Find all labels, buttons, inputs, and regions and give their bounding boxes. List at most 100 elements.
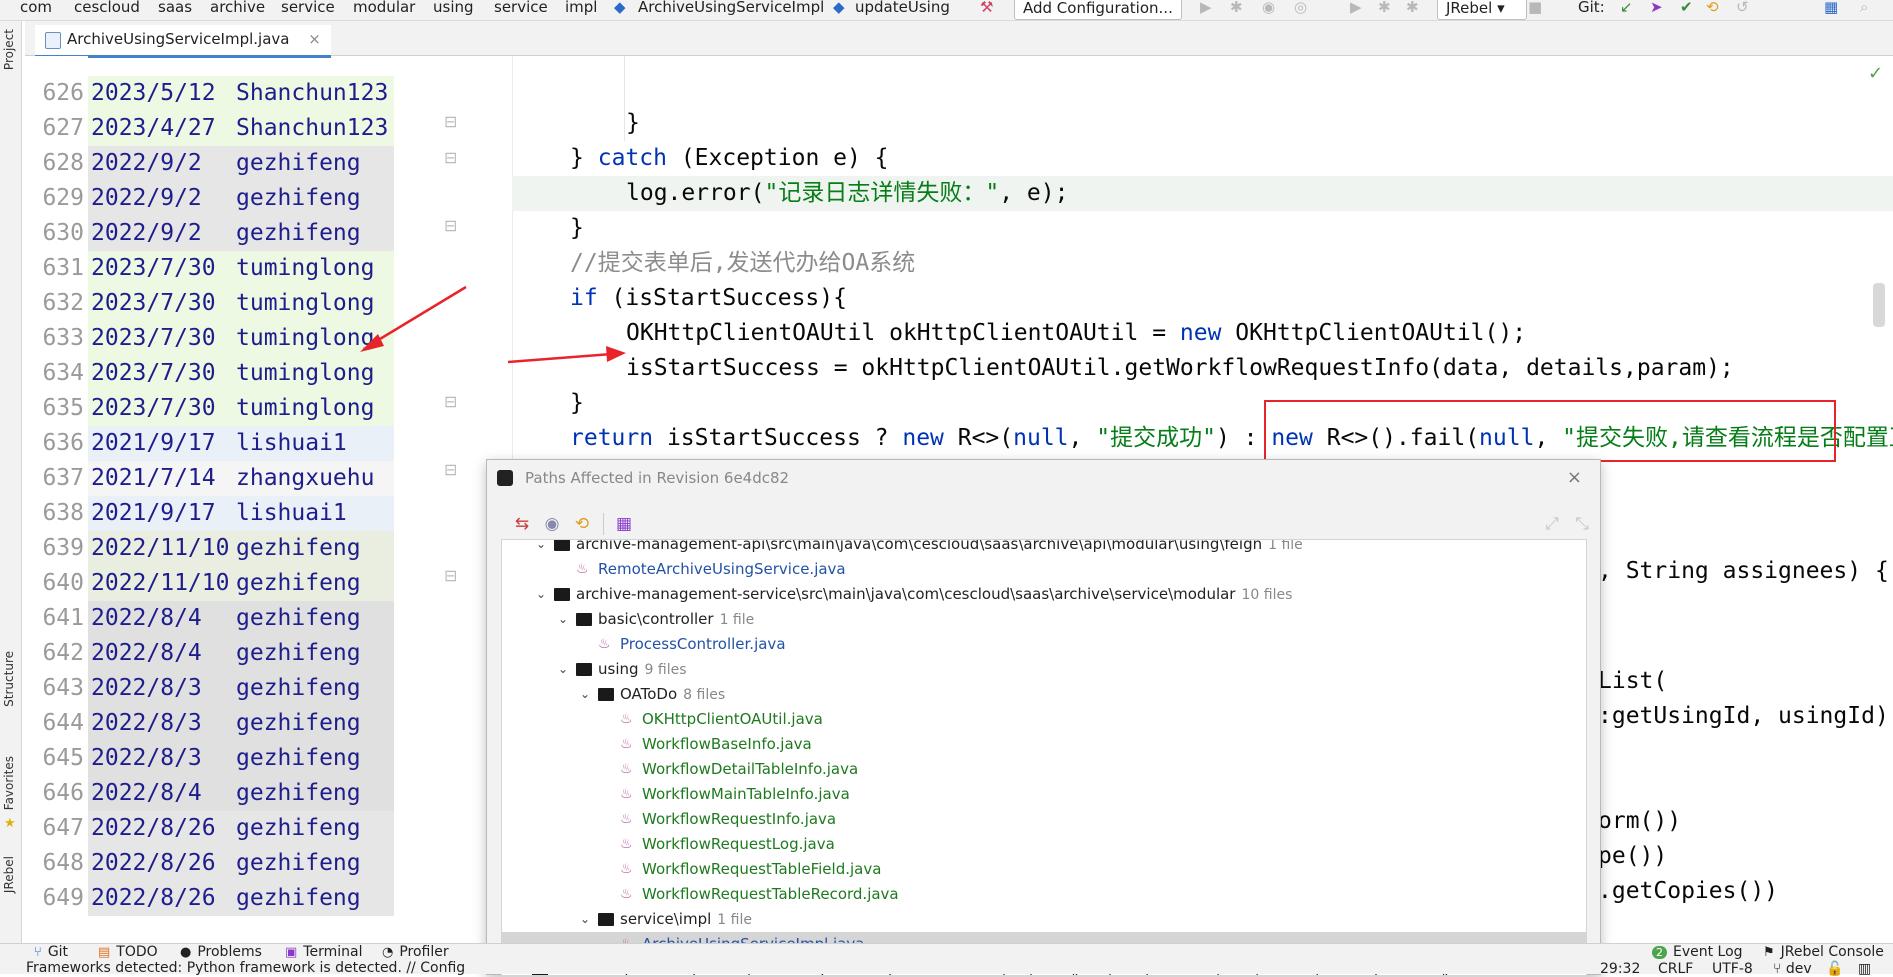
toolbar-divider [603, 513, 604, 535]
close-icon[interactable]: × [1567, 460, 1582, 496]
java-file-icon: ♨ [620, 861, 633, 877]
profiler-icon: ◔ [382, 945, 394, 960]
history-icon[interactable]: ⟲ [571, 513, 593, 535]
group-by-icon[interactable]: ▦ [613, 513, 635, 535]
tree-item-label: WorkflowBaseInfo.java [642, 732, 812, 757]
tree-item-label: RemoteArchiveUsingService.java [598, 557, 846, 582]
git-icon: ⑂ [34, 945, 42, 960]
tree-folder-row[interactable]: ⌄ OAToDo 8 files [502, 682, 1586, 707]
tree-item-text: archive-management-service\src\main\java… [576, 585, 1236, 603]
tree-file-row[interactable]: ♨ WorkflowRequestTableRecord.java [502, 882, 1586, 907]
tree-file-row[interactable]: ♨ OKHttpClientOAUtil.java [502, 707, 1586, 732]
jrebel-icon: ⚑ [1763, 945, 1775, 960]
tree-item-text: WorkflowMainTableInfo.java [642, 785, 850, 803]
tree-item-label: archive-management-service\src\main\java… [576, 582, 1292, 608]
problems-label: Problems [197, 944, 262, 960]
tree-file-row[interactable]: ♨ WorkflowDetailTableInfo.java [502, 757, 1586, 782]
profiler-tool-button[interactable]: ◔ Profiler [382, 944, 449, 961]
tree-item-text: service\impl [620, 910, 712, 928]
java-file-icon: ♨ [620, 711, 633, 727]
java-file-icon: ♨ [576, 561, 589, 577]
tree-item-text: WorkflowDetailTableInfo.java [642, 760, 859, 778]
navigate-icon[interactable]: ◉ [541, 513, 563, 535]
tree-folder-row[interactable]: ⌄ archive-management-service\src\main\jav… [502, 582, 1586, 607]
event-log-label: Event Log [1673, 944, 1743, 960]
git-label: Git [47, 944, 69, 960]
line-separator[interactable]: CRLF [1658, 961, 1693, 977]
tree-file-row[interactable]: ♨ ProcessController.java [502, 632, 1586, 657]
tree-folder-row[interactable]: ⌄ basic\controller 1 file [502, 607, 1586, 632]
tree-file-row[interactable]: ♨ WorkflowMainTableInfo.java [502, 782, 1586, 807]
tree-item-label: OKHttpClientOAUtil.java [642, 707, 823, 732]
jrebel-console-button[interactable]: ⚑ JRebel Console [1763, 944, 1884, 961]
java-file-icon: ♨ [620, 761, 633, 777]
caret-position[interactable]: 29:32 [1600, 961, 1640, 977]
tree-item-label: WorkflowRequestInfo.java [642, 807, 836, 832]
tree-item-text: OAToDo [620, 685, 678, 703]
tree-item-text: WorkflowRequestTableField.java [642, 860, 882, 878]
dialog-title: Paths Affected in Revision 6e4dc82 [525, 469, 790, 487]
tree-item-text: WorkflowRequestLog.java [642, 835, 835, 853]
tree-file-row[interactable]: ♨ WorkflowBaseInfo.java [502, 732, 1586, 757]
tree-item-label: ProcessController.java [620, 632, 786, 657]
tree-file-row[interactable]: ♨ RemoteArchiveUsingService.java [502, 557, 1586, 582]
file-count: 9 files [644, 662, 687, 678]
todo-tool-button[interactable]: ▤ TODO [98, 944, 158, 961]
chevron-down-icon[interactable]: ⌄ [558, 657, 568, 682]
branch-icon: ⑂ [1773, 961, 1782, 977]
app-icon [497, 470, 513, 486]
tree-folder-row[interactable]: ⌄ using 9 files [502, 657, 1586, 682]
folder-icon [598, 913, 614, 926]
jrebel-console-label: JRebel Console [1780, 944, 1884, 960]
expand-all-icon[interactable]: ⤢ [1541, 513, 1563, 535]
file-encoding[interactable]: UTF-8 [1712, 961, 1753, 977]
terminal-tool-button[interactable]: ▣ Terminal [285, 944, 362, 961]
folder-icon [554, 588, 570, 601]
git-branch[interactable]: ⑂ dev [1773, 961, 1812, 977]
tree-item-text: using [598, 660, 639, 678]
file-count: 1 file [717, 912, 752, 928]
todo-icon: ▤ [98, 945, 111, 960]
tree-item-label: archive-management-api\src\main\java\com… [576, 539, 1303, 558]
terminal-label: Terminal [303, 944, 363, 960]
chevron-down-icon[interactable]: ⌄ [580, 907, 590, 932]
problems-icon: ● [180, 945, 192, 960]
folder-icon [598, 688, 614, 701]
tree-item-text: basic\controller [598, 610, 714, 628]
status-message[interactable]: Frameworks detected: Python framework is… [26, 960, 465, 976]
java-file-icon: ♨ [620, 886, 633, 902]
terminal-icon: ▣ [285, 945, 298, 960]
tree-file-row[interactable]: ♨ WorkflowRequestInfo.java [502, 807, 1586, 832]
tree-folder-row[interactable]: ⌄ archive-management-api\src\main\java\co… [502, 539, 1586, 558]
git-tool-button[interactable]: ⑂ Git [34, 944, 68, 961]
file-count: 10 files [1241, 587, 1293, 603]
lock-icon[interactable]: 🔓 [1826, 961, 1843, 977]
tree-file-row[interactable]: ♨ WorkflowRequestTableField.java [502, 857, 1586, 882]
problems-tool-button[interactable]: ● Problems [180, 944, 262, 961]
tree-item-label: OAToDo 8 files [620, 682, 725, 708]
diff-icon[interactable]: ⇆ [511, 513, 533, 535]
file-count: 1 file [719, 612, 755, 628]
collapse-all-icon[interactable]: ⤡ [1571, 513, 1593, 535]
java-file-icon: ♨ [620, 736, 633, 752]
event-count-badge: 2 [1652, 946, 1667, 959]
chevron-down-icon[interactable]: ⌄ [558, 607, 568, 632]
tree-file-row[interactable]: ♨ WorkflowRequestLog.java [502, 832, 1586, 857]
tree-folder-row[interactable]: ⌄ service\impl 1 file [502, 907, 1586, 932]
chevron-down-icon[interactable]: ⌄ [536, 540, 546, 557]
tree-item-label: WorkflowDetailTableInfo.java [642, 757, 858, 782]
tree-item-label: WorkflowRequestTableField.java [642, 857, 881, 882]
changed-paths-tree[interactable]: ⌄ archive-management-api\src\main\java\co… [501, 539, 1587, 976]
memory-indicator-icon[interactable]: ▥ [1858, 961, 1871, 977]
tree-item-text: WorkflowRequestTableRecord.java [642, 885, 899, 903]
file-count: 8 files [683, 687, 726, 703]
event-log-button[interactable]: 2 Event Log [1652, 944, 1743, 961]
file-count: 1 file [1268, 539, 1303, 553]
java-file-icon: ♨ [620, 836, 633, 852]
java-file-icon: ♨ [620, 811, 633, 827]
tree-item-label: service\impl 1 file [620, 907, 752, 933]
chevron-down-icon[interactable]: ⌄ [580, 682, 590, 707]
dialog-title-bar: Paths Affected in Revision 6e4dc82 × [487, 460, 1600, 496]
tree-item-label: basic\controller 1 file [598, 607, 754, 633]
chevron-down-icon[interactable]: ⌄ [536, 582, 546, 607]
